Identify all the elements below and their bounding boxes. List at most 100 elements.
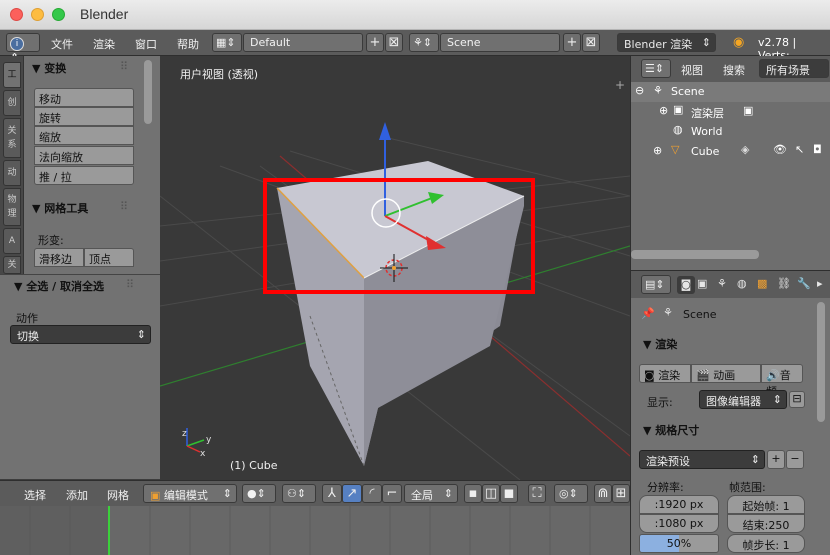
screen-layout-browse-button[interactable]: ▦⇕	[212, 33, 242, 52]
delete-scene-button[interactable]: ⊠	[582, 33, 600, 52]
tab-create[interactable]: 创	[3, 90, 21, 116]
pivot-point-select[interactable]: ⚇⇕	[282, 484, 316, 503]
transform-panel-header[interactable]: ▼ 变换	[32, 60, 66, 76]
lock-interface-icon[interactable]: ⊟	[789, 391, 805, 408]
scene-tab-icon[interactable]: ⚘	[717, 277, 727, 290]
resolution-y-field[interactable]: :1080 px	[639, 514, 719, 533]
outliner-row-scene[interactable]: ⊖ ⚘ Scene	[631, 82, 830, 102]
outliner-row-world[interactable]: ◍ World	[631, 122, 830, 142]
z-arrow-icon[interactable]	[379, 122, 391, 140]
3d-viewport[interactable]: z y x 用户视图 (透视) (1) Cube +	[160, 56, 630, 480]
snap-element-button[interactable]: ⊞	[612, 484, 630, 503]
render-presets-select[interactable]: 渲染预设 ⇕	[639, 450, 765, 469]
menu-view[interactable]: 视图	[681, 62, 703, 78]
menu-help[interactable]: 帮助	[177, 36, 199, 52]
timeline[interactable]	[0, 506, 630, 555]
drag-handle-icon[interactable]: ⠿	[120, 60, 128, 73]
properties-scrollbar[interactable]	[817, 302, 825, 422]
tab-grease-pencil[interactable]: A	[3, 228, 21, 254]
transform-orientation-select[interactable]: 全局 ⇕	[404, 484, 458, 503]
pin-icon[interactable]: 📌	[641, 307, 655, 320]
collapse-icon[interactable]: ⊖	[635, 84, 644, 97]
tab-shading[interactable]: 关	[3, 256, 21, 274]
menu-add[interactable]: 添加	[66, 487, 88, 503]
menu-search[interactable]: 搜索	[723, 62, 745, 78]
remove-preset-button[interactable]: −	[786, 450, 804, 469]
select-all-operator-header[interactable]: ▼ 全选 / 取消全选	[14, 278, 104, 294]
drag-handle-icon[interactable]: ⠿	[126, 278, 134, 291]
expand-icon[interactable]: ⊕	[659, 104, 668, 117]
resolution-percentage-slider[interactable]: 50%	[639, 534, 719, 553]
editor-type-info-button[interactable]: i ⇕	[6, 33, 40, 64]
frame-step-field[interactable]: 帧步长: 1	[727, 534, 805, 553]
expand-icon[interactable]: ⊕	[653, 144, 662, 157]
viewport-shading-select[interactable]: ●⇕	[242, 484, 276, 503]
constraints-tab-icon[interactable]: ⛓	[777, 277, 791, 290]
scale-button[interactable]: 缩放	[34, 126, 134, 145]
vertex-slide-button[interactable]: 顶点	[84, 248, 134, 267]
tab-tools[interactable]: 工	[3, 62, 21, 88]
face-select-button[interactable]: ◼	[500, 484, 518, 503]
render-layers-tab-icon[interactable]: ▣	[697, 277, 707, 290]
render-engine-select[interactable]: Blender 渲染 ⇕	[617, 33, 716, 52]
add-screen-button[interactable]: +	[366, 33, 384, 52]
frame-start-field[interactable]: 起始帧: 1	[727, 495, 805, 514]
world-tab-icon[interactable]: ◍	[737, 277, 747, 290]
scene-field[interactable]: Scene	[440, 33, 560, 52]
rotate-button[interactable]: 旋转	[34, 107, 134, 126]
translate-button[interactable]: 移动	[34, 88, 134, 107]
add-preset-button[interactable]: +	[767, 450, 785, 469]
plus-icon[interactable]: +	[615, 78, 625, 92]
menu-render[interactable]: 渲染	[93, 36, 115, 52]
dimensions-panel-header[interactable]: ▼ 规格尺寸	[643, 422, 699, 438]
selectability-arrow-icon[interactable]: ↖	[795, 143, 804, 156]
more-tabs-icon[interactable]: ▸	[817, 277, 823, 290]
tab-animation[interactable]: 动	[3, 160, 21, 186]
action-select[interactable]: 切换 ⇕	[10, 325, 151, 344]
menu-window[interactable]: 窗口	[135, 36, 157, 52]
snap-toggle-button[interactable]: ⋒	[594, 484, 612, 503]
tab-relations[interactable]: 关系	[3, 118, 21, 158]
frame-end-field[interactable]: 结束:250	[727, 514, 805, 533]
display-select[interactable]: 图像编辑器 ⇕	[699, 390, 787, 409]
visibility-eye-icon[interactable]: 👁	[773, 143, 787, 156]
limit-selection-button[interactable]: ⛶	[528, 484, 546, 503]
push-pull-button[interactable]: 推 / 拉	[34, 166, 134, 185]
toolshelf-scrollbar[interactable]	[144, 60, 152, 124]
shrink-fatten-button[interactable]: 法向缩放	[34, 146, 134, 165]
interaction-mode-select[interactable]: ▣ 编辑模式 ⇕	[143, 484, 237, 503]
outliner-row-render-layers[interactable]: ⊕ ▣ 渲染层 ▣	[631, 102, 830, 122]
minimize-window-button[interactable]	[31, 8, 44, 21]
manipulator-toggle-button[interactable]: ⅄	[322, 484, 342, 503]
display-mode-select[interactable]: 所有场景	[759, 59, 829, 78]
menu-mesh[interactable]: 网格	[107, 487, 129, 503]
add-scene-button[interactable]: +	[563, 33, 581, 52]
animation-button[interactable]: 🎬 动画	[691, 364, 761, 383]
outliner-scrollbar[interactable]	[631, 250, 759, 259]
object-tab-icon[interactable]: ▩	[757, 277, 767, 290]
render-panel-header[interactable]: ▼ 渲染	[643, 336, 677, 352]
proportional-edit-select[interactable]: ◎⇕	[554, 484, 588, 503]
delete-screen-button[interactable]: ⊠	[385, 33, 403, 52]
audio-button[interactable]: 🔊音频	[761, 364, 803, 398]
rotate-manipulator-button[interactable]: ◜	[362, 484, 382, 503]
drag-handle-icon[interactable]: ⠿	[120, 200, 128, 213]
modifiers-tab-icon[interactable]: 🔧	[797, 277, 811, 290]
menu-file[interactable]: 文件	[51, 36, 73, 52]
editor-type-outliner-button[interactable]: ☰⇕	[641, 59, 671, 78]
scale-manipulator-button[interactable]: ⌐	[382, 484, 402, 503]
edge-slide-button[interactable]: 滑移边	[34, 248, 84, 267]
menu-select[interactable]: 选择	[24, 487, 46, 503]
mesh-tools-panel-header[interactable]: ▼ 网格工具	[32, 200, 88, 216]
zoom-window-button[interactable]	[52, 8, 65, 21]
outliner-row-cube[interactable]: ⊕ ▽ Cube ◈ 👁 ↖ ◘	[631, 142, 830, 162]
translate-manipulator-button[interactable]: ↗	[342, 484, 362, 503]
close-window-button[interactable]	[10, 8, 23, 21]
tab-physics[interactable]: 物理	[3, 188, 21, 226]
render-tab-camera-icon[interactable]: ◙	[677, 276, 695, 294]
render-button[interactable]: ◙ 渲染	[639, 364, 691, 383]
render-camera-icon[interactable]: ◘	[813, 143, 822, 156]
resolution-x-field[interactable]: :1920 px	[639, 495, 719, 514]
screen-layout-field[interactable]: Default	[243, 33, 363, 52]
edge-select-button[interactable]: ◫	[482, 484, 500, 503]
